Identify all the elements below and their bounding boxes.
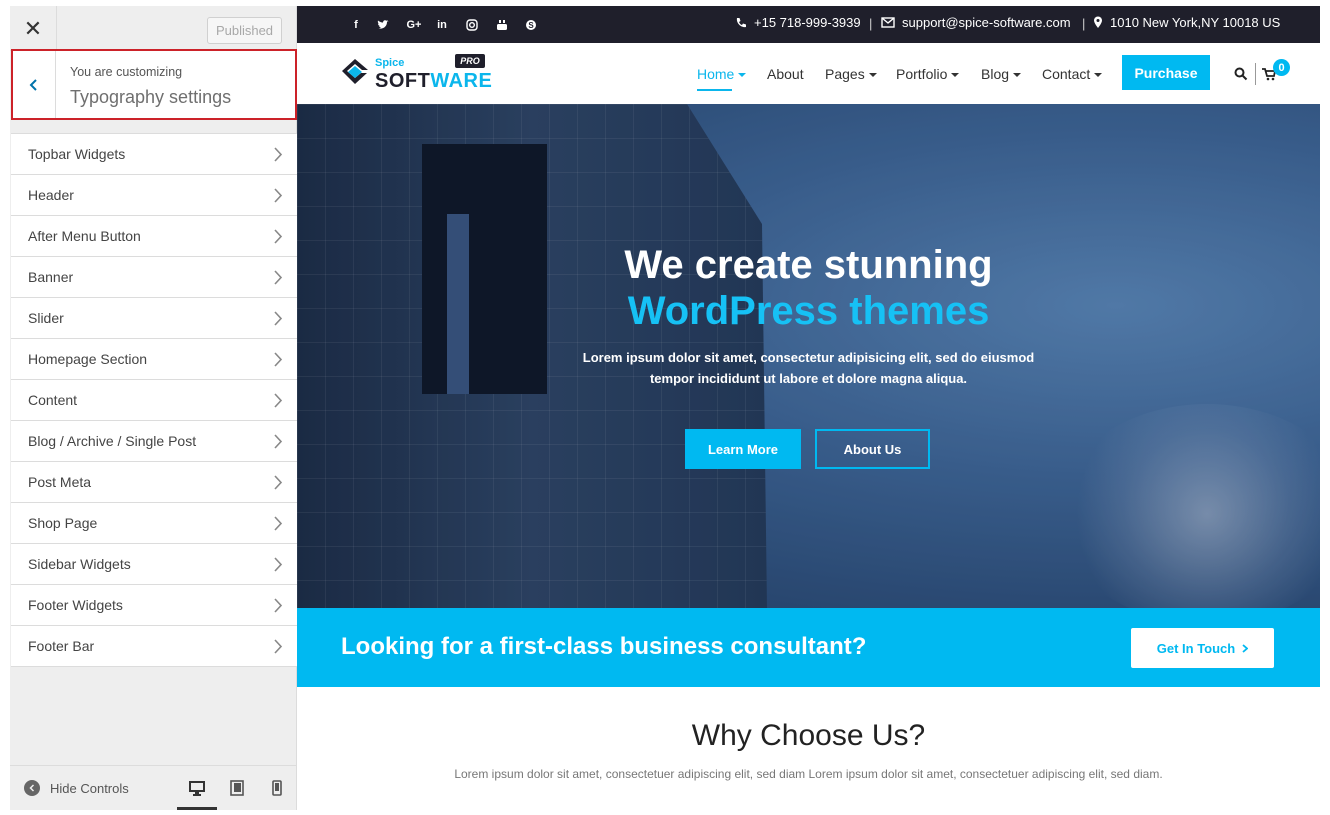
site-topbar: f G+ in S +15 718-999-3939 | support@spi…	[297, 6, 1320, 43]
hero-banner: We create stunning WordPress themes Lore…	[297, 104, 1320, 608]
customizer-menu-item[interactable]: Shop Page	[11, 503, 297, 544]
facebook-icon[interactable]: f	[349, 18, 363, 32]
mobile-icon[interactable]	[267, 778, 287, 798]
nav-portfolio[interactable]: Portfolio	[896, 66, 960, 82]
search-icon[interactable]	[1234, 67, 1248, 81]
nav-contact[interactable]: Contact	[1042, 66, 1103, 82]
logo-mark-icon	[342, 59, 368, 84]
chevron-right-icon	[274, 393, 283, 408]
hero-description-line1: Lorem ipsum dolor sit amet, consectetur …	[582, 350, 1035, 365]
nav-home[interactable]: Home	[697, 66, 747, 82]
collapse-icon	[24, 780, 40, 796]
hero-heading-line1: We create stunning	[624, 243, 993, 287]
about-us-button[interactable]: About Us	[815, 429, 930, 469]
phone-icon	[736, 17, 746, 27]
hero-description-line2: tempor incididunt ut labore et dolore ma…	[649, 371, 968, 386]
customizer-menu-item[interactable]: Post Meta	[11, 462, 297, 503]
chevron-right-icon	[274, 598, 283, 613]
skype-icon[interactable]: S	[524, 18, 538, 32]
cta-text: Looking for a first-class business consu…	[341, 633, 867, 660]
customizer-menu-item[interactable]: Blog / Archive / Single Post	[11, 421, 297, 462]
why-choose-text: Lorem ipsum dolor sit amet, consectetuer…	[454, 767, 1163, 781]
nav-active-underline	[697, 89, 732, 91]
chevron-right-icon	[274, 147, 283, 162]
customizing-label: You are customizing	[70, 65, 183, 79]
nav-blog[interactable]: Blog	[981, 66, 1022, 82]
customizer-menu-item[interactable]: Header	[11, 175, 297, 216]
site-preview: f G+ in S +15 718-999-3939 | support@spi…	[297, 6, 1320, 810]
tablet-icon[interactable]	[227, 778, 247, 798]
topbar-email[interactable]: support@spice-software.com	[881, 15, 1071, 30]
chevron-right-icon	[274, 270, 283, 285]
map-marker-icon	[1094, 16, 1102, 28]
google-plus-icon[interactable]: G+	[405, 18, 423, 32]
site-navbar: Spice PRO SOFTWARE Home About Pages Port…	[297, 43, 1320, 104]
customizer-menu-item[interactable]: Topbar Widgets	[11, 134, 297, 175]
chevron-right-icon	[1242, 643, 1249, 653]
topbar-phone[interactable]: +15 718-999-3939	[735, 15, 861, 30]
logo-text: SOFTWARE	[375, 70, 493, 92]
cta-banner: Looking for a first-class business consu…	[297, 608, 1320, 687]
customizer-menu: Topbar Widgets Header After Menu Button …	[11, 133, 297, 667]
customizer-menu-item[interactable]: Content	[11, 380, 297, 421]
chevron-right-icon	[274, 557, 283, 572]
chevron-right-icon	[274, 639, 283, 654]
topbar-separator: |	[1082, 16, 1086, 31]
section-title: Typography settings	[70, 87, 232, 107]
chevron-right-icon	[274, 516, 283, 531]
topbar-separator: |	[869, 16, 873, 31]
instagram-icon[interactable]	[465, 18, 479, 32]
envelope-icon	[881, 17, 895, 28]
pro-badge: PRO	[455, 54, 485, 68]
customizer-menu-item[interactable]: Footer Bar	[11, 626, 297, 667]
chevron-right-icon	[274, 434, 283, 449]
purchase-button[interactable]: Purchase	[1122, 55, 1210, 90]
youtube-icon[interactable]	[495, 18, 509, 32]
desktop-icon[interactable]	[177, 778, 217, 810]
chevron-right-icon	[274, 188, 283, 203]
customizer-menu-item[interactable]: Slider	[11, 298, 297, 339]
twitter-icon[interactable]	[376, 18, 390, 32]
linkedin-icon[interactable]: in	[435, 18, 449, 32]
nav-about[interactable]: About	[767, 66, 804, 82]
customizer-menu-item[interactable]: Footer Widgets	[11, 585, 297, 626]
why-choose-section: Why Choose Us? Lorem ipsum dolor sit ame…	[297, 687, 1320, 810]
customizer-panel: ✕ Published You are customizing Typograp…	[10, 6, 297, 810]
customizer-menu-item[interactable]: Sidebar Widgets	[11, 544, 297, 585]
customizer-menu-item[interactable]: Banner	[11, 257, 297, 298]
customizer-menu-item[interactable]: After Menu Button	[11, 216, 297, 257]
hero-heading-line2: WordPress themes	[627, 289, 990, 333]
customizer-section-header: You are customizing Typography settings	[11, 49, 297, 120]
published-button[interactable]: Published	[207, 17, 282, 44]
chevron-right-icon	[274, 475, 283, 490]
learn-more-button[interactable]: Learn More	[685, 429, 801, 469]
chevron-right-icon	[274, 311, 283, 326]
why-choose-title: Why Choose Us?	[691, 719, 926, 752]
nav-divider	[1255, 63, 1256, 85]
close-icon[interactable]: ✕	[10, 6, 57, 51]
topbar-address: 1010 New York,NY 10018 US	[1093, 15, 1280, 30]
svg-text:S: S	[528, 21, 534, 30]
cart-count-badge: 0	[1273, 59, 1290, 76]
customizer-footer: Hide Controls	[10, 765, 296, 810]
nav-pages[interactable]: Pages	[825, 66, 877, 82]
chevron-right-icon	[274, 352, 283, 367]
get-in-touch-button[interactable]: Get In Touch	[1131, 628, 1274, 668]
customizer-header: ✕ Published	[10, 6, 296, 51]
back-icon[interactable]	[13, 51, 56, 118]
hide-controls-button[interactable]: Hide Controls	[24, 780, 129, 796]
chevron-right-icon	[274, 229, 283, 244]
customizer-menu-item[interactable]: Homepage Section	[11, 339, 297, 380]
site-logo[interactable]: Spice PRO SOFTWARE	[340, 52, 493, 96]
